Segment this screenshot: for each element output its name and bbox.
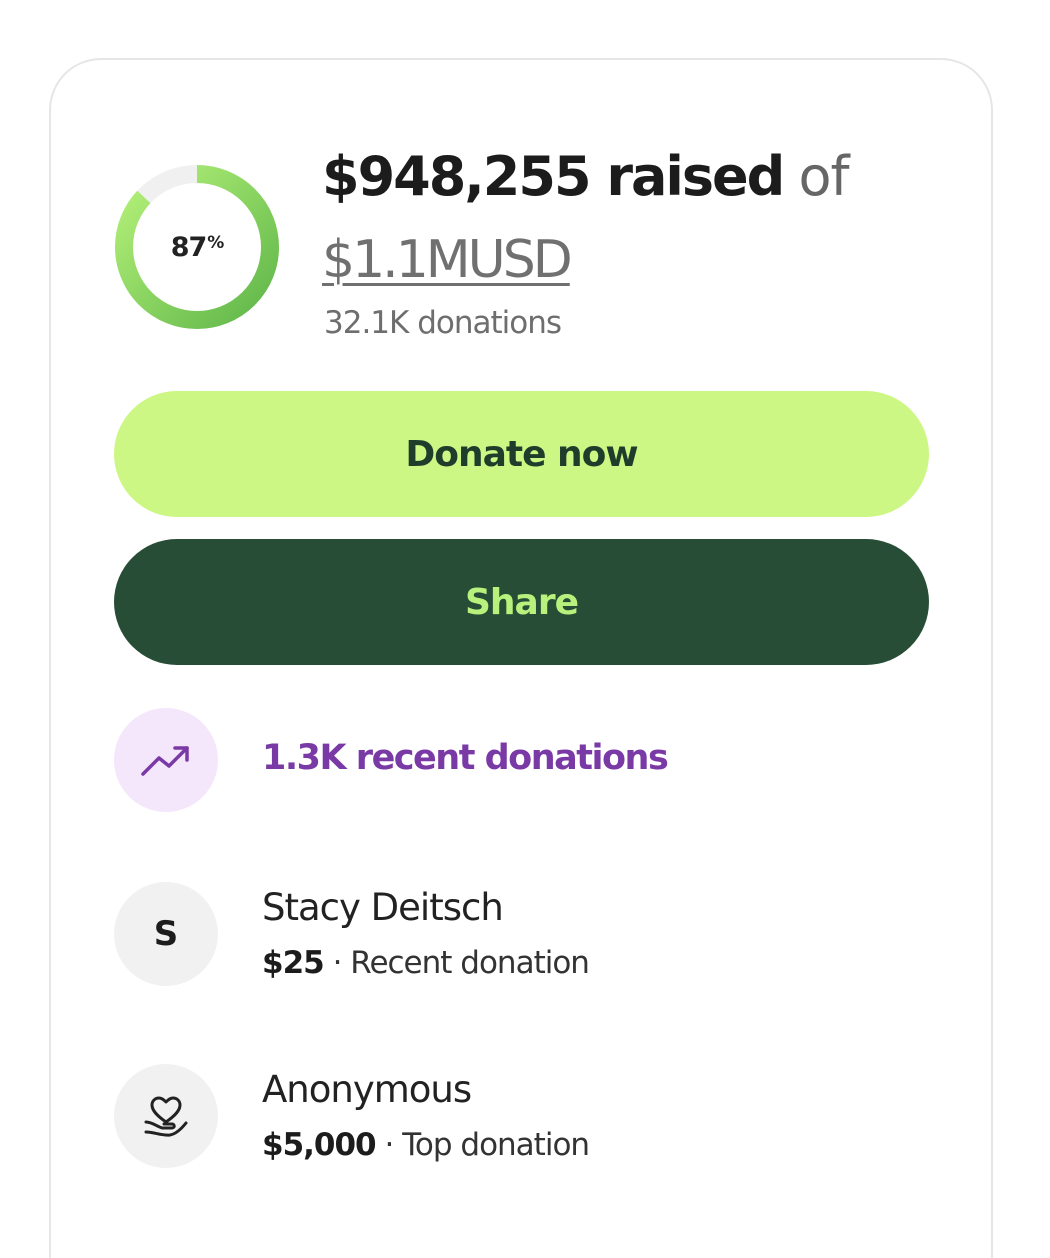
progress-percent-value: 87	[170, 231, 208, 263]
donor-row: S Stacy Deitsch $25 · Recent donation	[114, 882, 929, 986]
donor-meta: $5,000 · Top donation	[262, 1127, 590, 1163]
donor-name: Stacy Deitsch	[262, 886, 504, 929]
meta-separator: ·	[384, 1127, 395, 1163]
donor-avatar	[114, 1064, 218, 1168]
donor-meta: $25 · Recent donation	[262, 945, 590, 981]
raised-summary: $948,255 raised of	[322, 150, 850, 204]
avatar-letter: S	[153, 914, 179, 954]
donations-count: 32.1K donations	[324, 305, 562, 341]
heart-hand-icon	[144, 1096, 188, 1137]
trend-avatar	[114, 708, 218, 812]
progress-ring: 87%	[112, 162, 282, 332]
recent-donations-text: 1.3K recent donations	[262, 738, 669, 778]
donation-amount: $5,000	[262, 1127, 377, 1163]
raised-of: of	[798, 145, 850, 208]
donation-type: Top donation	[402, 1127, 590, 1163]
progress-percent: 87%	[112, 162, 282, 332]
recent-donations-row[interactable]: 1.3K recent donations	[114, 708, 929, 812]
donate-now-button[interactable]: Donate now	[114, 391, 929, 517]
donation-amount: $25	[262, 945, 325, 981]
donor-row: Anonymous $5,000 · Top donation	[114, 1064, 929, 1168]
donor-avatar: S	[114, 882, 218, 986]
raised-amount: $948,255 raised	[322, 145, 785, 208]
donor-name: Anonymous	[262, 1068, 472, 1111]
trending-up-icon	[141, 746, 189, 776]
share-button[interactable]: Share	[114, 539, 929, 665]
meta-separator: ·	[332, 945, 343, 981]
goal-amount-link[interactable]: $1.1MUSD	[322, 230, 573, 290]
donation-type: Recent donation	[350, 945, 590, 981]
progress-percent-sign: %	[207, 233, 224, 253]
